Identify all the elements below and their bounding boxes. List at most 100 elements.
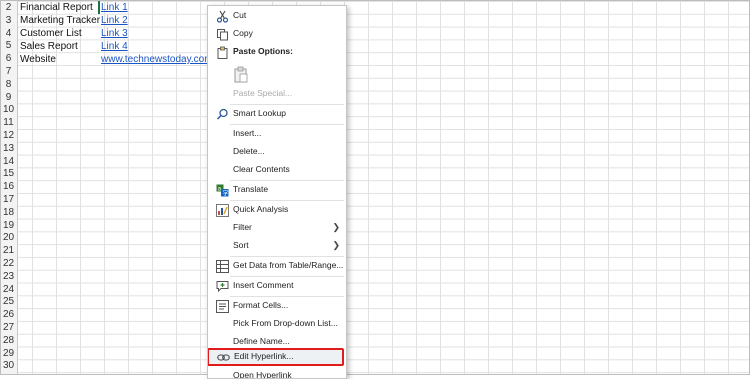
row-number[interactable]: 6 — [1, 53, 16, 64]
menu-item-quick-analysis[interactable]: Quick Analysis — [208, 202, 346, 219]
menu-label-sort: Sort — [233, 240, 249, 250]
row-number[interactable]: 30 — [1, 360, 16, 371]
row-number[interactable]: 16 — [1, 181, 16, 192]
menu-label-edit-hyperlink: Edit Hyperlink... — [234, 351, 294, 361]
menu-separator — [230, 200, 344, 201]
cell-a4[interactable]: Customer List — [20, 28, 82, 39]
row-number[interactable]: 2 — [1, 2, 16, 13]
row-number[interactable]: 4 — [1, 28, 16, 39]
row-number[interactable]: 3 — [1, 15, 16, 26]
search-icon — [216, 108, 229, 121]
menu-separator — [230, 124, 344, 125]
menu-label-copy: Copy — [233, 28, 253, 38]
menu-item-insert[interactable]: Insert... — [208, 126, 346, 143]
menu-label-clear-contents: Clear Contents — [233, 164, 290, 174]
cell-a6[interactable]: Website — [20, 54, 56, 65]
format-cells-icon — [216, 300, 229, 313]
menu-item-delete[interactable]: Delete... — [208, 144, 346, 161]
paste-option-button[interactable] — [208, 64, 346, 86]
row-number[interactable]: 10 — [1, 104, 16, 115]
row-number[interactable]: 26 — [1, 309, 16, 320]
row-number[interactable]: 11 — [1, 117, 16, 128]
row-number[interactable]: 28 — [1, 335, 16, 346]
menu-separator — [230, 180, 344, 181]
table-icon — [216, 260, 229, 273]
menu-label-format-cells: Format Cells... — [233, 300, 289, 310]
link-icon — [217, 351, 230, 364]
row-number[interactable]: 23 — [1, 271, 16, 282]
row-number[interactable]: 19 — [1, 220, 16, 231]
context-menu: Cut Copy Paste Options: Paste Special...… — [207, 5, 347, 379]
row-number[interactable]: 12 — [1, 130, 16, 141]
menu-item-clear-contents[interactable]: Clear Contents — [208, 162, 346, 179]
menu-item-cut[interactable]: Cut — [208, 8, 346, 25]
copy-icon — [216, 28, 229, 41]
row-number[interactable]: 18 — [1, 207, 16, 218]
menu-separator — [230, 256, 344, 257]
menu-item-edit-hyperlink[interactable]: Edit Hyperlink... — [208, 348, 344, 366]
menu-label-paste-options: Paste Options: — [233, 46, 293, 56]
cell-b6-link[interactable]: www.technewstoday.com/ — [101, 54, 215, 65]
row-number[interactable]: 21 — [1, 245, 16, 256]
menu-label-insert: Insert... — [233, 128, 262, 138]
cell-b4-link[interactable]: Link 3 — [101, 28, 128, 39]
menu-label-filter: Filter — [233, 222, 252, 232]
menu-item-paste-special: Paste Special... — [208, 86, 346, 103]
cell-b3-link[interactable]: Link 2 — [101, 15, 128, 26]
menu-item-sort[interactable]: Sort ❯ — [208, 238, 346, 255]
spreadsheet-window: 2 3 4 5 6 7 8 9 10 11 12 13 14 15 16 17 18 19 20 21 22 23 24 25… — [0, 0, 750, 375]
chevron-right-icon: ❯ — [332, 240, 340, 250]
row-number[interactable]: 13 — [1, 143, 16, 154]
cell-a3[interactable]: Marketing Tracker — [20, 15, 100, 26]
row-number[interactable]: 29 — [1, 348, 16, 359]
row-number[interactable]: 9 — [1, 92, 16, 103]
menu-item-translate[interactable]: a字 Translate — [208, 182, 346, 199]
menu-item-format-cells[interactable]: Format Cells... — [208, 298, 346, 315]
cell-a5[interactable]: Sales Report — [20, 41, 78, 52]
menu-item-open-hyperlink[interactable]: Open Hyperlink — [208, 368, 346, 378]
menu-label-cut: Cut — [233, 10, 247, 20]
chevron-right-icon: ❯ — [332, 222, 340, 232]
menu-label-pick-from-list: Pick From Drop-down List... — [233, 318, 338, 328]
row-number[interactable]: 27 — [1, 322, 16, 333]
row-number[interactable]: 20 — [1, 232, 16, 243]
cell-b2-link[interactable]: Link 1 — [101, 2, 128, 13]
menu-label-smart-lookup: Smart Lookup — [233, 108, 286, 118]
menu-item-smart-lookup[interactable]: Smart Lookup — [208, 106, 346, 123]
scissors-icon — [216, 10, 229, 23]
menu-label-delete: Delete... — [233, 146, 265, 156]
translate-icon: a字 — [216, 184, 229, 198]
menu-label-quick-analysis: Quick Analysis — [233, 204, 289, 214]
menu-item-copy[interactable]: Copy — [208, 26, 346, 43]
menu-item-paste-options: Paste Options: — [208, 44, 346, 61]
row-number[interactable]: 15 — [1, 168, 16, 179]
menu-label-get-data: Get Data from Table/Range... — [233, 260, 344, 270]
row-number[interactable]: 14 — [1, 156, 16, 167]
menu-item-insert-comment[interactable]: Insert Comment — [208, 278, 346, 295]
menu-separator — [230, 296, 344, 297]
quick-analysis-icon — [216, 204, 229, 217]
menu-item-pick-from-list[interactable]: Pick From Drop-down List... — [208, 316, 346, 333]
menu-label-insert-comment: Insert Comment — [233, 280, 294, 290]
menu-label-define-name: Define Name... — [233, 336, 290, 346]
clipboard-icon — [216, 46, 229, 59]
svg-text:字: 字 — [223, 190, 229, 198]
cell-a2[interactable]: Financial Report — [20, 2, 93, 13]
row-number[interactable]: 25 — [1, 296, 16, 307]
menu-separator — [230, 276, 344, 277]
row-number[interactable]: 22 — [1, 258, 16, 269]
menu-label-paste-special: Paste Special... — [233, 88, 293, 98]
comment-icon — [216, 280, 229, 293]
row-number[interactable]: 5 — [1, 40, 16, 51]
menu-item-filter[interactable]: Filter ❯ — [208, 220, 346, 237]
row-header: 2 3 4 5 6 7 8 9 10 11 12 13 14 15 16 17 18 19 20 21 22 23 24 25… — [1, 1, 18, 374]
menu-label-translate: Translate — [233, 184, 269, 194]
menu-item-get-data[interactable]: Get Data from Table/Range... — [208, 258, 346, 275]
cell-b5-link[interactable]: Link 4 — [101, 41, 128, 52]
row-number[interactable]: 7 — [1, 66, 16, 77]
row-number[interactable]: 8 — [1, 79, 16, 90]
row-number[interactable]: 24 — [1, 284, 16, 295]
row-number[interactable]: 17 — [1, 194, 16, 205]
svg-text:a: a — [218, 186, 222, 193]
menu-separator — [230, 104, 344, 105]
